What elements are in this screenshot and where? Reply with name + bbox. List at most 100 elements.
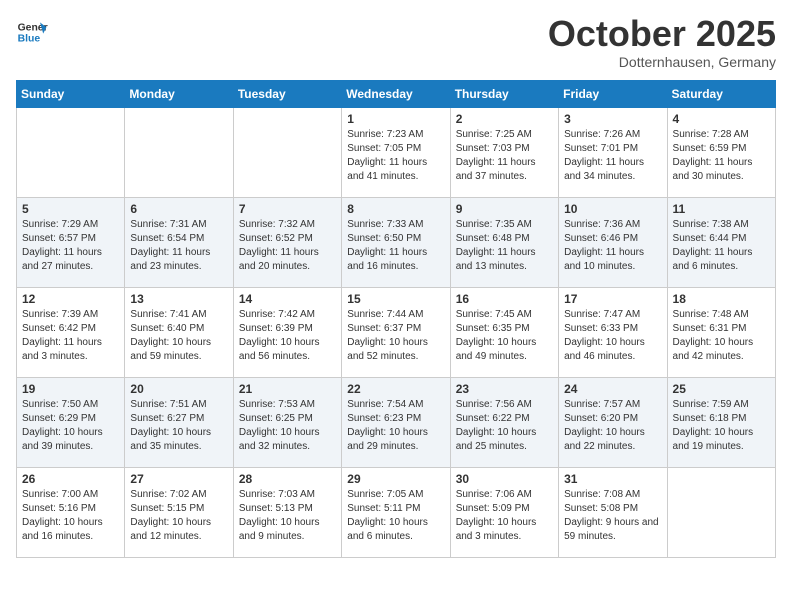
header-friday: Friday	[559, 81, 667, 108]
calendar-title: October 2025	[548, 16, 776, 52]
table-row: 16 Sunrise: 7:45 AM Sunset: 6:35 PM Dayli…	[450, 288, 558, 378]
calendar-week-row: 5Sunrise: 7:29 AM Sunset: 6:57 PM Daylig…	[17, 198, 776, 288]
day-info: Sunrise: 7:32 AM Sunset: 6:52 PM Dayligh…	[239, 218, 336, 274]
table-row: 27 Sunrise: 7:02 AM Sunset: 5:15 PM Dayli…	[125, 468, 233, 558]
day-number: 27	[130, 472, 227, 486]
day-info: Sunrise: 7:25 AM Sunset: 7:03 PM Dayligh…	[456, 128, 553, 184]
table-row: 1 Sunrise: 7:23 AM Sunset: 7:05 PM Daylig…	[342, 108, 450, 198]
calendar-week-row: 19 Sunrise: 7:50 AM Sunset: 6:29 PM Dayli…	[17, 378, 776, 468]
day-number: 31	[564, 472, 661, 486]
day-info: Sunrise: 7:35 AM Sunset: 6:48 PM Dayligh…	[456, 218, 553, 274]
day-number: 17	[564, 292, 661, 306]
day-number: 28	[239, 472, 336, 486]
table-row	[125, 108, 233, 198]
table-row: 26Sunrise: 7:00 AM Sunset: 5:16 PM Dayli…	[17, 468, 125, 558]
logo-icon: General Blue	[16, 16, 48, 48]
table-row: 18Sunrise: 7:48 AM Sunset: 6:31 PM Dayli…	[667, 288, 775, 378]
calendar-table: Sunday Monday Tuesday Wednesday Thursday…	[16, 80, 776, 558]
day-number: 16	[456, 292, 553, 306]
table-row: 7 Sunrise: 7:32 AM Sunset: 6:52 PM Daylig…	[233, 198, 341, 288]
day-number: 19	[22, 382, 119, 396]
day-number: 8	[347, 202, 444, 216]
day-number: 22	[347, 382, 444, 396]
table-row	[667, 468, 775, 558]
day-info: Sunrise: 7:26 AM Sunset: 7:01 PM Dayligh…	[564, 128, 661, 184]
day-number: 15	[347, 292, 444, 306]
day-info: Sunrise: 7:48 AM Sunset: 6:31 PM Dayligh…	[673, 308, 770, 364]
table-row: 4Sunrise: 7:28 AM Sunset: 6:59 PM Daylig…	[667, 108, 775, 198]
calendar-week-row: 1 Sunrise: 7:23 AM Sunset: 7:05 PM Daylig…	[17, 108, 776, 198]
header-thursday: Thursday	[450, 81, 558, 108]
day-info: Sunrise: 7:31 AM Sunset: 6:54 PM Dayligh…	[130, 218, 227, 274]
day-info: Sunrise: 7:03 AM Sunset: 5:13 PM Dayligh…	[239, 488, 336, 544]
day-number: 20	[130, 382, 227, 396]
day-info: Sunrise: 7:36 AM Sunset: 6:46 PM Dayligh…	[564, 218, 661, 274]
day-info: Sunrise: 7:44 AM Sunset: 6:37 PM Dayligh…	[347, 308, 444, 364]
logo: General Blue	[16, 16, 48, 48]
page-header: General Blue October 2025 Dotternhausen,…	[16, 16, 776, 70]
day-number: 1	[347, 112, 444, 126]
header-tuesday: Tuesday	[233, 81, 341, 108]
day-number: 30	[456, 472, 553, 486]
calendar-week-row: 26Sunrise: 7:00 AM Sunset: 5:16 PM Dayli…	[17, 468, 776, 558]
table-row: 11Sunrise: 7:38 AM Sunset: 6:44 PM Dayli…	[667, 198, 775, 288]
day-number: 14	[239, 292, 336, 306]
day-number: 23	[456, 382, 553, 396]
table-row	[233, 108, 341, 198]
day-info: Sunrise: 7:02 AM Sunset: 5:15 PM Dayligh…	[130, 488, 227, 544]
day-number: 3	[564, 112, 661, 126]
header-saturday: Saturday	[667, 81, 775, 108]
table-row: 29 Sunrise: 7:05 AM Sunset: 5:11 PM Dayli…	[342, 468, 450, 558]
day-info: Sunrise: 7:59 AM Sunset: 6:18 PM Dayligh…	[673, 398, 770, 454]
day-info: Sunrise: 7:05 AM Sunset: 5:11 PM Dayligh…	[347, 488, 444, 544]
table-row: 30 Sunrise: 7:06 AM Sunset: 5:09 PM Dayli…	[450, 468, 558, 558]
day-info: Sunrise: 7:39 AM Sunset: 6:42 PM Dayligh…	[22, 308, 119, 364]
day-info: Sunrise: 7:41 AM Sunset: 6:40 PM Dayligh…	[130, 308, 227, 364]
table-row: 21Sunrise: 7:53 AM Sunset: 6:25 PM Dayli…	[233, 378, 341, 468]
title-area: October 2025 Dotternhausen, Germany	[548, 16, 776, 70]
table-row: 8 Sunrise: 7:33 AM Sunset: 6:50 PM Daylig…	[342, 198, 450, 288]
header-sunday: Sunday	[17, 81, 125, 108]
day-info: Sunrise: 7:47 AM Sunset: 6:33 PM Dayligh…	[564, 308, 661, 364]
calendar-header-row: Sunday Monday Tuesday Wednesday Thursday…	[17, 81, 776, 108]
table-row: 17 Sunrise: 7:47 AM Sunset: 6:33 PM Dayli…	[559, 288, 667, 378]
table-row: 28 Sunrise: 7:03 AM Sunset: 5:13 PM Dayli…	[233, 468, 341, 558]
day-number: 24	[564, 382, 661, 396]
table-row: 24 Sunrise: 7:57 AM Sunset: 6:20 PM Dayli…	[559, 378, 667, 468]
table-row: 2 Sunrise: 7:25 AM Sunset: 7:03 PM Daylig…	[450, 108, 558, 198]
day-info: Sunrise: 7:33 AM Sunset: 6:50 PM Dayligh…	[347, 218, 444, 274]
day-number: 29	[347, 472, 444, 486]
day-info: Sunrise: 7:56 AM Sunset: 6:22 PM Dayligh…	[456, 398, 553, 454]
day-info: Sunrise: 7:50 AM Sunset: 6:29 PM Dayligh…	[22, 398, 119, 454]
table-row: 31 Sunrise: 7:08 AM Sunset: 5:08 PM Dayli…	[559, 468, 667, 558]
day-info: Sunrise: 7:23 AM Sunset: 7:05 PM Dayligh…	[347, 128, 444, 184]
table-row: 5Sunrise: 7:29 AM Sunset: 6:57 PM Daylig…	[17, 198, 125, 288]
day-info: Sunrise: 7:57 AM Sunset: 6:20 PM Dayligh…	[564, 398, 661, 454]
day-number: 9	[456, 202, 553, 216]
day-number: 7	[239, 202, 336, 216]
day-number: 10	[564, 202, 661, 216]
table-row: 12Sunrise: 7:39 AM Sunset: 6:42 PM Dayli…	[17, 288, 125, 378]
day-number: 13	[130, 292, 227, 306]
table-row: 9 Sunrise: 7:35 AM Sunset: 6:48 PM Daylig…	[450, 198, 558, 288]
day-info: Sunrise: 7:06 AM Sunset: 5:09 PM Dayligh…	[456, 488, 553, 544]
day-number: 2	[456, 112, 553, 126]
header-wednesday: Wednesday	[342, 81, 450, 108]
calendar-subtitle: Dotternhausen, Germany	[548, 54, 776, 70]
svg-text:Blue: Blue	[18, 34, 41, 45]
day-number: 11	[673, 202, 770, 216]
day-info: Sunrise: 7:08 AM Sunset: 5:08 PM Dayligh…	[564, 488, 661, 544]
table-row: 6Sunrise: 7:31 AM Sunset: 6:54 PM Daylig…	[125, 198, 233, 288]
day-info: Sunrise: 7:54 AM Sunset: 6:23 PM Dayligh…	[347, 398, 444, 454]
table-row: 22 Sunrise: 7:54 AM Sunset: 6:23 PM Dayli…	[342, 378, 450, 468]
day-info: Sunrise: 7:42 AM Sunset: 6:39 PM Dayligh…	[239, 308, 336, 364]
table-row: 25 Sunrise: 7:59 AM Sunset: 6:18 PM Dayli…	[667, 378, 775, 468]
day-info: Sunrise: 7:45 AM Sunset: 6:35 PM Dayligh…	[456, 308, 553, 364]
table-row: 13 Sunrise: 7:41 AM Sunset: 6:40 PM Dayli…	[125, 288, 233, 378]
day-number: 25	[673, 382, 770, 396]
day-number: 21	[239, 382, 336, 396]
day-number: 5	[22, 202, 119, 216]
day-number: 4	[673, 112, 770, 126]
calendar-week-row: 12Sunrise: 7:39 AM Sunset: 6:42 PM Dayli…	[17, 288, 776, 378]
day-number: 26	[22, 472, 119, 486]
